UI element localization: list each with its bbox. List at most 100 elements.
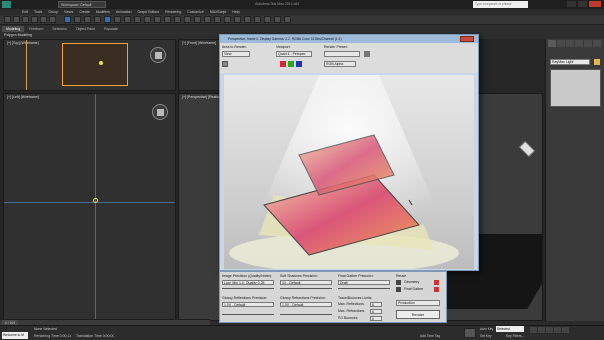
reuse-geometry-lock-icon[interactable]: [396, 280, 401, 285]
lock-icon[interactable]: [222, 61, 228, 67]
maxscript-listener[interactable]: Welcome to M: [2, 332, 28, 339]
add-time-tag[interactable]: Add Time Tag: [420, 333, 440, 339]
save-image-icon[interactable]: [364, 51, 370, 57]
render-window-close-button[interactable]: [460, 36, 474, 42]
maximize-button[interactable]: [578, 1, 587, 7]
minimize-button[interactable]: [567, 1, 576, 7]
hierarchy-tab-icon[interactable]: [566, 40, 574, 47]
red-channel-icon[interactable]: [280, 61, 286, 67]
next-frame-icon[interactable]: [554, 327, 561, 333]
auto-key-label[interactable]: Auto Key: [480, 326, 493, 332]
glossy-reflections-slider[interactable]: [222, 314, 274, 315]
fg-clear-icon[interactable]: [434, 287, 439, 292]
go-to-start-icon[interactable]: [530, 327, 537, 333]
viewcube-icon[interactable]: [150, 47, 166, 63]
spinner-snap-icon[interactable]: [184, 16, 191, 23]
final-gather-slider[interactable]: [338, 288, 390, 289]
area-to-render-dropdown[interactable]: View: [222, 51, 250, 57]
snap-icon[interactable]: [154, 16, 161, 23]
named-selection-icon[interactable]: [194, 16, 201, 23]
soft-shadows-field[interactable]: 1X - Default: [280, 280, 332, 285]
utilities-tab-icon[interactable]: [593, 40, 601, 47]
viewport-dropdown[interactable]: Quad 4 - Perspec: [276, 51, 312, 57]
align-icon[interactable]: [214, 16, 221, 23]
green-channel-icon[interactable]: [288, 61, 294, 67]
render-button[interactable]: Render: [396, 310, 440, 319]
viewport-label[interactable]: [+] [Front] [Wireframe]: [182, 41, 216, 45]
search-input[interactable]: Type a keyword or phrase: [473, 1, 528, 8]
viewport-front[interactable]: [+] [Front] [Wireframe]: [178, 39, 220, 91]
geometry-clear-icon[interactable]: [434, 280, 439, 285]
render-window-titlebar[interactable]: Perspective, frame 0, Display Gamma: 2.2…: [220, 35, 478, 43]
scale-icon[interactable]: [124, 16, 131, 23]
redo-icon[interactable]: [13, 16, 20, 23]
viewport-label[interactable]: [+] [Perspective] [Realistic]: [182, 95, 223, 99]
viewport-left[interactable]: [+] [Left] [Wireframe]: [3, 93, 176, 321]
mirror-icon[interactable]: [204, 16, 211, 23]
status-bar: Welcome to M None Selected Rendering Tim…: [0, 325, 604, 340]
previous-frame-icon[interactable]: [538, 327, 545, 333]
viewport-top[interactable]: [+] [Top] [Wireframe]: [3, 39, 176, 91]
selected-dropdown[interactable]: Selected: [496, 326, 524, 332]
image-precision-field[interactable]: Low: Min 1.0, Quality 0.25: [222, 280, 274, 285]
rotate-icon[interactable]: [114, 16, 121, 23]
link-icon[interactable]: [22, 16, 29, 23]
unlink-icon[interactable]: [31, 16, 38, 23]
rect-select-icon[interactable]: [84, 16, 91, 23]
selection-filter-icon[interactable]: [49, 16, 56, 23]
go-to-end-icon[interactable]: [562, 327, 569, 333]
app-logo-icon[interactable]: [2, 1, 11, 8]
play-icon[interactable]: [546, 327, 553, 333]
viewcube-icon[interactable]: [152, 104, 168, 120]
image-precision-slider[interactable]: [222, 288, 274, 289]
set-key-icon[interactable]: [464, 328, 476, 338]
final-gather-field[interactable]: Draft: [338, 280, 390, 285]
ribbon-tab[interactable]: Selection: [48, 26, 70, 32]
render-icon[interactable]: [284, 16, 291, 23]
select-by-name-icon[interactable]: [74, 16, 81, 23]
glossy-refractions-field[interactable]: 1.0X - Default: [280, 302, 332, 307]
pivot-icon[interactable]: [144, 16, 151, 23]
glossy-refractions-slider[interactable]: [280, 314, 332, 315]
fg-bounces-spinner[interactable]: 0: [370, 316, 382, 321]
create-tab-icon[interactable]: [548, 40, 556, 47]
schematic-icon[interactable]: [244, 16, 251, 23]
move-icon[interactable]: [104, 16, 111, 23]
window-crossing-icon[interactable]: [94, 16, 101, 23]
viewcube-icon[interactable]: [517, 140, 537, 158]
production-dropdown[interactable]: Production: [396, 300, 440, 306]
rendered-frame-icon[interactable]: [274, 16, 281, 23]
render-preset-dropdown[interactable]: [324, 51, 360, 57]
key-filters-button[interactable]: Key Filters...: [506, 333, 524, 339]
max-reflections-spinner[interactable]: 6: [370, 302, 382, 307]
glossy-reflections-field[interactable]: 1.0X - Default: [222, 302, 274, 307]
object-name-field[interactable]: RayMax Light: [550, 59, 590, 65]
select-icon[interactable]: [64, 16, 71, 23]
object-color-swatch[interactable]: [594, 59, 600, 65]
reuse-fg-lock-icon[interactable]: [396, 287, 401, 292]
image-precision-label: Image Precision (Quality/Noise):: [222, 274, 273, 278]
ribbon-tab[interactable]: Populate: [100, 26, 122, 32]
angle-snap-icon[interactable]: [164, 16, 171, 23]
display-tab-icon[interactable]: [584, 40, 592, 47]
ribbon-tab[interactable]: Object Paint: [72, 26, 99, 32]
set-key-label[interactable]: Set Key: [480, 333, 492, 339]
soft-shadows-slider[interactable]: [280, 288, 332, 289]
material-editor-icon[interactable]: [254, 16, 261, 23]
close-button[interactable]: [589, 1, 601, 7]
viewport-label[interactable]: [+] [Left] [Wireframe]: [7, 95, 39, 99]
percent-snap-icon[interactable]: [174, 16, 181, 23]
motion-tab-icon[interactable]: [575, 40, 583, 47]
curve-editor-icon[interactable]: [234, 16, 241, 23]
modify-tab-icon[interactable]: [557, 40, 565, 47]
viewport-label[interactable]: [+] [Top] [Wireframe]: [7, 41, 39, 45]
blue-channel-icon[interactable]: [296, 61, 302, 67]
render-setup-icon[interactable]: [264, 16, 271, 23]
workspace-dropdown[interactable]: Workspace: Default: [58, 1, 106, 8]
channel-dropdown[interactable]: RGB Alpha: [324, 61, 356, 67]
undo-icon[interactable]: [4, 16, 11, 23]
bind-icon[interactable]: [40, 16, 47, 23]
max-refractions-spinner[interactable]: 6: [370, 309, 382, 314]
layer-icon[interactable]: [224, 16, 231, 23]
ref-coord-icon[interactable]: [134, 16, 141, 23]
